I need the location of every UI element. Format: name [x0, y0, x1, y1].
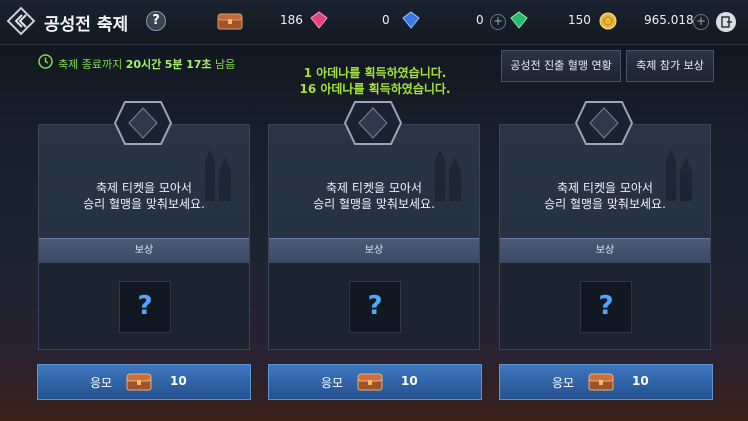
timer-hours: 20시간 [125, 58, 162, 71]
green-gem-icon [510, 11, 528, 29]
reward-header: 보상 [500, 238, 710, 263]
add-blue-gem-button[interactable]: + [490, 14, 506, 30]
festival-timer: 축제 종료까지 20시간 5분 17초 남음 [58, 56, 235, 72]
apply-button[interactable]: 응모 10 [268, 364, 482, 400]
timer-minutes: 5분 [164, 58, 183, 71]
timer-seconds: 17초 [186, 58, 212, 71]
apply-button[interactable]: 응모 10 [499, 364, 713, 400]
gold-count: 965.018 [644, 13, 694, 27]
apply-cost: 10 [170, 374, 187, 388]
reward-area: ? [39, 263, 249, 349]
apply-label: 응모 [552, 376, 575, 390]
hexagon-emblem-icon [574, 101, 634, 145]
pink-gem-count: 0 [382, 13, 390, 27]
card-text-line: 축제 티켓을 모아서 [557, 181, 653, 195]
unknown-reward-icon[interactable]: ? [580, 281, 632, 333]
apply-button[interactable]: 응모 10 [37, 364, 251, 400]
card-text-line: 축제 티켓을 모아서 [326, 181, 422, 195]
pink-gem-icon [310, 11, 328, 29]
blue-gem-count: 0 [476, 13, 484, 27]
unknown-reward-icon[interactable]: ? [119, 281, 171, 333]
card-text-line: 축제 티켓을 모아서 [96, 181, 192, 195]
back-icon[interactable] [6, 6, 36, 36]
reward-area: ? [500, 263, 710, 349]
exit-icon[interactable] [716, 12, 736, 32]
notice-message: 16 아데나를 획득하였습니다. [299, 82, 451, 96]
top-bar: 공성전 축제 ? 186 0 0 + 150 965.018 + [0, 0, 748, 45]
prediction-card: 축제 티켓을 모아서 승리 혈맹을 맞춰보세요. 보상 ? [268, 124, 480, 350]
card-text-line: 승리 혈맹을 맞춰보세요. [83, 197, 205, 211]
notice-message: 1 아데나를 획득하였습니다. [303, 66, 447, 80]
card-text-line: 승리 혈맹을 맞춰보세요. [313, 197, 435, 211]
green-gem-count: 150 [568, 13, 591, 27]
unknown-reward-icon[interactable]: ? [349, 281, 401, 333]
reward-header: 보상 [39, 238, 249, 263]
card-description: 축제 티켓을 모아서 승리 혈맹을 맞춰보세요. [39, 180, 249, 212]
clock-icon [38, 54, 53, 69]
gold-coin-icon [599, 12, 617, 30]
prediction-card: 축제 티켓을 모아서 승리 혈맹을 맞춰보세요. 보상 ? [38, 124, 250, 350]
clan-status-button[interactable]: 공성전 진출 혈맹 연황 [501, 50, 621, 82]
ticket-chest-icon [126, 373, 152, 391]
chest-icon [217, 13, 243, 30]
apply-label: 응모 [321, 376, 344, 390]
card-text-line: 승리 혈맹을 맞춰보세요. [544, 197, 666, 211]
ticket-chest-icon [588, 373, 614, 391]
page-title: 공성전 축제 [44, 15, 129, 35]
card-description: 축제 티켓을 모아서 승리 혈맹을 맞춰보세요. [269, 180, 479, 212]
reward-header: 보상 [269, 238, 479, 263]
timer-prefix: 축제 종료까지 [58, 58, 123, 71]
apply-cost: 10 [632, 374, 649, 388]
blue-gem-icon [402, 11, 420, 29]
ticket-chest-icon [357, 373, 383, 391]
reward-area: ? [269, 263, 479, 349]
add-gold-button[interactable]: + [693, 14, 709, 30]
card-description: 축제 티켓을 모아서 승리 혈맹을 맞춰보세요. [500, 180, 710, 212]
prediction-card: 축제 티켓을 모아서 승리 혈맹을 맞춰보세요. 보상 ? [499, 124, 711, 350]
hexagon-emblem-icon [113, 101, 173, 145]
hexagon-emblem-icon [343, 101, 403, 145]
help-icon[interactable]: ? [146, 11, 166, 31]
participation-reward-button[interactable]: 축제 참가 보상 [626, 50, 714, 82]
apply-cost: 10 [401, 374, 418, 388]
apply-label: 응모 [90, 376, 113, 390]
chest-count: 186 [280, 13, 303, 27]
